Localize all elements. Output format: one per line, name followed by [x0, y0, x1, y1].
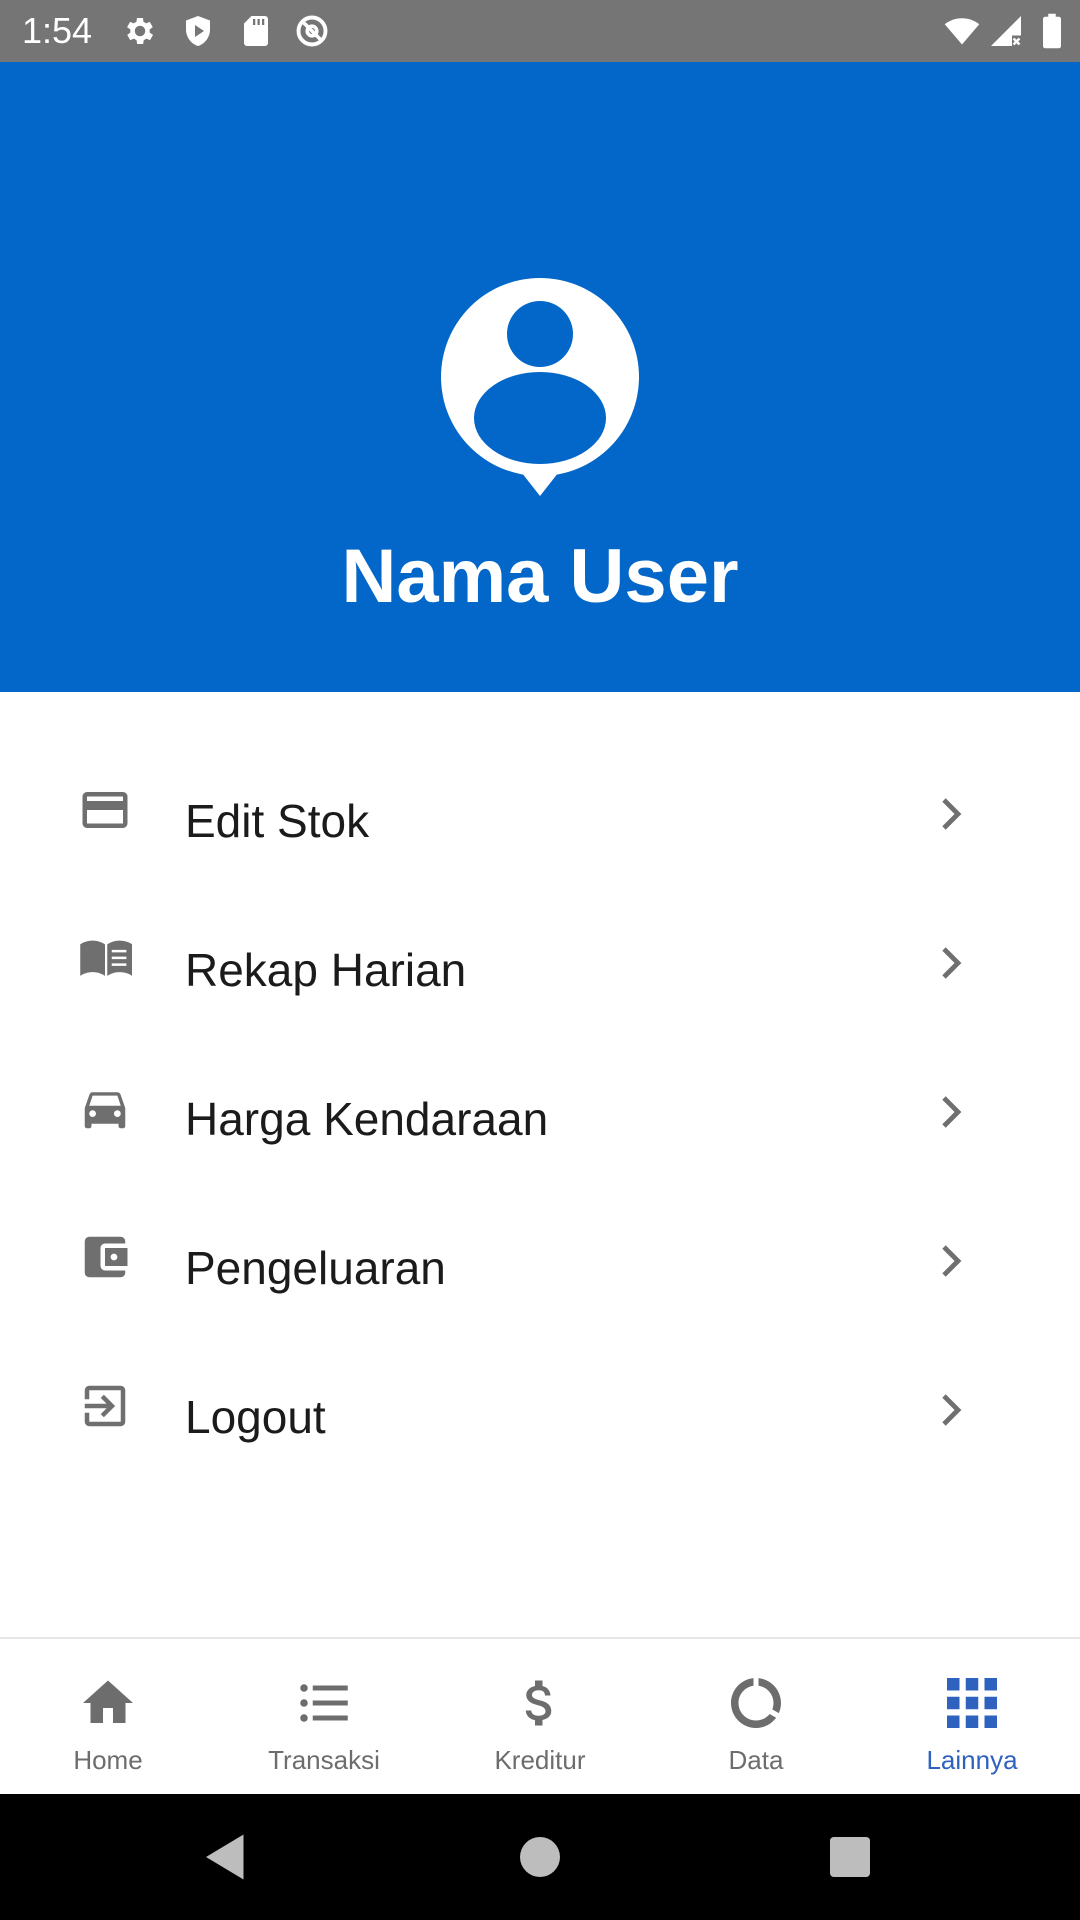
car-icon: [78, 1081, 132, 1135]
menu-item-label: Harga Kendaraan: [185, 1093, 549, 1145]
nav-item-kreditur[interactable]: Kreditur: [432, 1639, 648, 1796]
bottom-navigation: Home Transaksi Kreditur Data Lainnya: [0, 1637, 1080, 1796]
chevron-right-icon: [926, 790, 974, 838]
gear-icon: [122, 13, 158, 49]
shield-icon: [180, 13, 216, 49]
dollar-icon: [510, 1673, 570, 1733]
menu-item-logout[interactable]: Logout: [0, 1341, 1080, 1490]
home-icon: [78, 1673, 138, 1733]
chevron-right-icon: [926, 939, 974, 987]
nav-item-transaksi[interactable]: Transaksi: [216, 1639, 432, 1796]
menu-item-label: Logout: [185, 1391, 326, 1443]
nav-label: Home: [73, 1745, 143, 1775]
sd-card-icon: [238, 13, 274, 49]
menu-item-harga-kendaraan[interactable]: Harga Kendaraan: [0, 1043, 1080, 1192]
wallet-icon: [78, 1230, 132, 1284]
user-avatar-icon: [441, 278, 639, 498]
menu-item-label: Rekap Harian: [185, 944, 467, 996]
profile-header: Nama User: [0, 62, 1080, 692]
nav-item-data[interactable]: Data: [648, 1639, 864, 1796]
nav-item-home[interactable]: Home: [0, 1639, 216, 1796]
menu-item-label: Edit Stok: [185, 795, 370, 847]
menu-item-label: Pengeluaran: [185, 1242, 446, 1294]
at-sign-icon: [294, 13, 330, 49]
menu-item-rekap-harian[interactable]: Rekap Harian: [0, 894, 1080, 1043]
battery-icon: [1034, 13, 1062, 49]
list-icon: [294, 1673, 354, 1733]
recents-icon[interactable]: [820, 1827, 880, 1887]
nav-label: Transaksi: [268, 1745, 380, 1775]
status-time: 1:54: [22, 10, 93, 51]
signal-icon: [988, 13, 1024, 49]
menu-item-pengeluaran[interactable]: Pengeluaran: [0, 1192, 1080, 1341]
wifi-icon: [944, 13, 984, 49]
book-icon: [78, 932, 132, 986]
menu-item-edit-stok[interactable]: Edit Stok: [0, 745, 1080, 894]
donut-chart-icon: [726, 1673, 786, 1733]
nav-item-lainnya[interactable]: Lainnya: [864, 1639, 1080, 1796]
user-name: Nama User: [341, 534, 739, 619]
logout-icon: [78, 1379, 132, 1433]
back-icon[interactable]: [196, 1827, 256, 1887]
chevron-right-icon: [926, 1237, 974, 1285]
grid-icon: [942, 1673, 1002, 1733]
nav-label: Kreditur: [494, 1745, 586, 1775]
system-navigation-bar: [0, 1794, 1080, 1920]
chevron-right-icon: [926, 1386, 974, 1434]
nav-label: Lainnya: [926, 1745, 1018, 1775]
chevron-right-icon: [926, 1088, 974, 1136]
home-button-icon[interactable]: [510, 1827, 570, 1887]
status-bar: 1:54: [0, 0, 1080, 62]
nav-label: Data: [728, 1745, 784, 1775]
card-icon: [78, 783, 132, 837]
